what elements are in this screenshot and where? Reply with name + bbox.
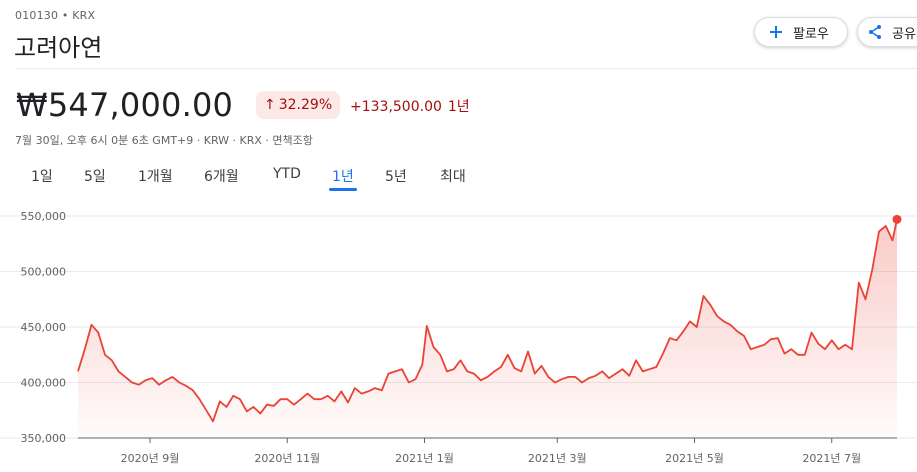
change-percent-badge: ↑ 32.29% <box>256 91 341 119</box>
current-price: ₩547,000.00 <box>16 86 234 124</box>
price-chart[interactable]: 2020년 9월 2020년 11월 2021년 1월 2021년 3월 2021년 5… <box>0 200 917 472</box>
tab-1d[interactable]: 1일 <box>31 166 53 186</box>
x-tick-label: 2021년 1월 <box>395 452 454 465</box>
tab-max[interactable]: 최대 <box>440 166 466 186</box>
y-tick-label: 450,000 <box>21 321 67 334</box>
tab-ytd[interactable]: YTD <box>273 166 301 182</box>
follow-label: 팔로우 <box>793 26 829 42</box>
price-area <box>78 219 897 438</box>
change-percent: 32.29% <box>278 97 333 113</box>
company-name: 고려아연 <box>14 34 103 62</box>
tab-5d[interactable]: 5일 <box>84 166 106 186</box>
plus-icon <box>767 23 785 41</box>
change-abs: +133,500.00 <box>350 99 442 115</box>
x-tick-label: 2021년 5월 <box>665 452 724 465</box>
x-tick-label: 2020년 9월 <box>121 452 180 465</box>
x-tick-label: 2021년 7월 <box>802 452 861 465</box>
change-period: 1년 <box>447 99 470 115</box>
quote-meta: 7월 30일, 오후 6시 0분 6초 GMT+9 · KRW · KRX · … <box>15 134 313 147</box>
tab-1y[interactable]: 1년 <box>329 166 357 191</box>
y-tick-label: 500,000 <box>21 266 67 279</box>
share-icon <box>866 23 884 41</box>
tab-6m[interactable]: 6개월 <box>204 166 239 186</box>
tab-5y[interactable]: 5년 <box>385 166 407 186</box>
change-amount: +133,500.00 1년 <box>350 96 470 116</box>
x-axis: 2020년 9월 2020년 11월 2021년 1월 2021년 3월 2021년 5… <box>78 437 897 465</box>
header-divider <box>15 68 917 69</box>
tab-1m[interactable]: 1개월 <box>138 166 173 186</box>
share-button[interactable]: 공유 <box>857 17 917 47</box>
follow-button[interactable]: 팔로우 <box>754 17 848 47</box>
x-tick-label: 2021년 3월 <box>528 452 587 465</box>
arrow-up-icon: ↑ <box>264 97 276 113</box>
y-axis-labels: 550,000 500,000 450,000 400,000 350,000 <box>21 210 67 445</box>
y-tick-label: 400,000 <box>21 377 67 390</box>
x-tick-label: 2020년 11월 <box>254 452 320 465</box>
share-label: 공유 <box>892 26 916 42</box>
ticker-symbol: 010130 • KRX <box>15 9 96 22</box>
y-tick-label: 350,000 <box>21 432 67 445</box>
last-price-dot <box>892 214 902 224</box>
y-tick-label: 550,000 <box>21 210 67 223</box>
